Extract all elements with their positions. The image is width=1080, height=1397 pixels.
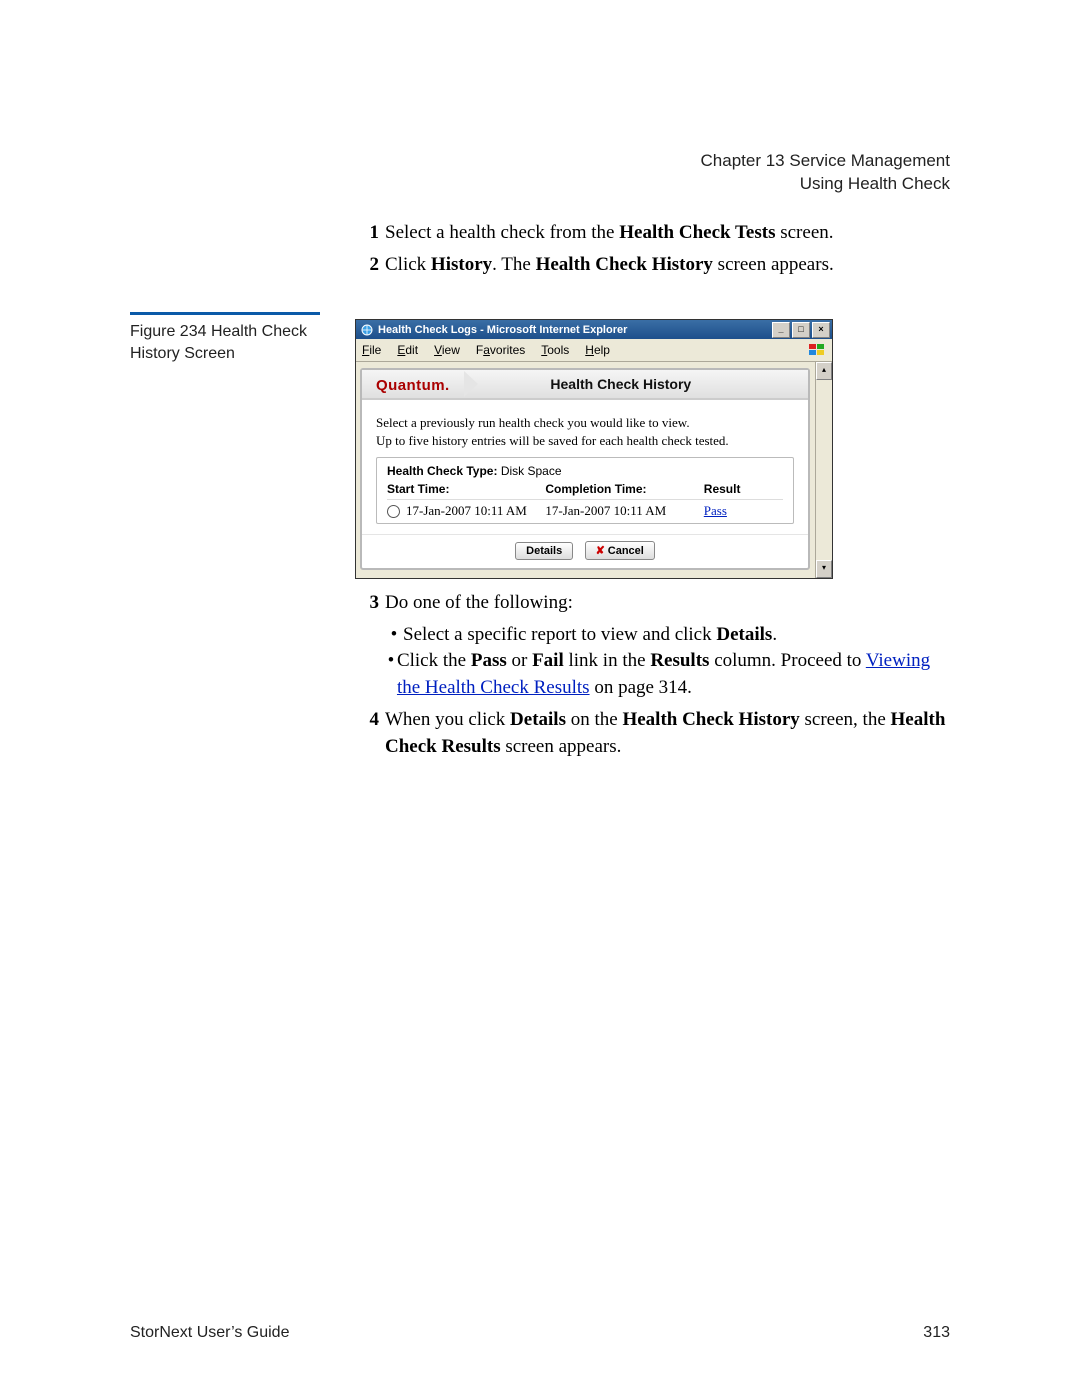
titlebar[interactable]: Health Check Logs - Microsoft Internet E…: [356, 320, 832, 339]
minimize-button[interactable]: _: [772, 322, 790, 338]
ie-content: ▴ ▾ Quantum. Health Check History Select…: [356, 362, 832, 578]
col-start: Start Time:: [387, 482, 545, 496]
window-title: Health Check Logs - Microsoft Internet E…: [378, 324, 770, 336]
step-3: 3 Do one of the following:: [355, 590, 950, 617]
radio-select[interactable]: [387, 505, 400, 518]
steps-top: 1 Select a health check from the Health …: [355, 220, 950, 283]
footer-left: StorNext User’s Guide: [130, 1324, 289, 1342]
ie-icon: [360, 323, 374, 337]
section-line: Using Health Check: [701, 173, 950, 196]
steps-bottom: 3 Do one of the following: • Select a sp…: [355, 590, 950, 766]
scroll-up-button[interactable]: ▴: [816, 362, 832, 380]
page-header: Chapter 13 Service Management Using Heal…: [701, 150, 950, 196]
step-2: 2 Click History. The Health Check Histor…: [355, 252, 950, 279]
maximize-button[interactable]: □: [792, 322, 810, 338]
col-result: Result: [704, 482, 783, 496]
menu-tools[interactable]: Tools: [541, 343, 569, 357]
figure-caption: Figure 234 Health Check History Screen: [130, 312, 320, 364]
menubar: File Edit View Favorites Tools Help: [356, 339, 832, 362]
panel-description: Select a previously run health check you…: [362, 400, 808, 457]
footer-right: 313: [923, 1324, 950, 1342]
step-1: 1 Select a health check from the Health …: [355, 220, 950, 247]
step-3b: • Click the Pass or Fail link in the Res…: [385, 648, 950, 701]
panel: Quantum. Health Check History Select a p…: [360, 368, 810, 570]
scrollbar[interactable]: ▴ ▾: [815, 362, 832, 578]
close-button[interactable]: ×: [812, 322, 830, 338]
chapter-line: Chapter 13 Service Management: [701, 150, 950, 173]
col-completion: Completion Time:: [545, 482, 703, 496]
step-3a: • Select a specific report to view and c…: [385, 622, 950, 649]
windows-flag-icon: [808, 343, 826, 357]
result-link[interactable]: Pass: [704, 503, 727, 518]
menu-edit[interactable]: Edit: [397, 343, 418, 357]
ie-window: Health Check Logs - Microsoft Internet E…: [355, 319, 833, 579]
menu-file[interactable]: File: [362, 343, 381, 357]
history-box: Health Check Type: Disk Space Start Time…: [376, 457, 794, 524]
menu-view[interactable]: View: [434, 343, 460, 357]
panel-title: Health Check History: [448, 376, 794, 392]
scroll-down-button[interactable]: ▾: [816, 560, 832, 578]
cancel-button[interactable]: ✘Cancel: [585, 541, 655, 560]
cancel-x-icon: ✘: [596, 545, 605, 557]
step-4: 4 When you click Details on the Health C…: [355, 707, 950, 760]
menu-favorites[interactable]: Favorites: [476, 343, 525, 357]
menu-help[interactable]: Help: [585, 343, 610, 357]
details-button[interactable]: Details: [515, 542, 573, 560]
table-row: 17-Jan-2007 10:11 AM 17-Jan-2007 10:11 A…: [387, 499, 783, 519]
